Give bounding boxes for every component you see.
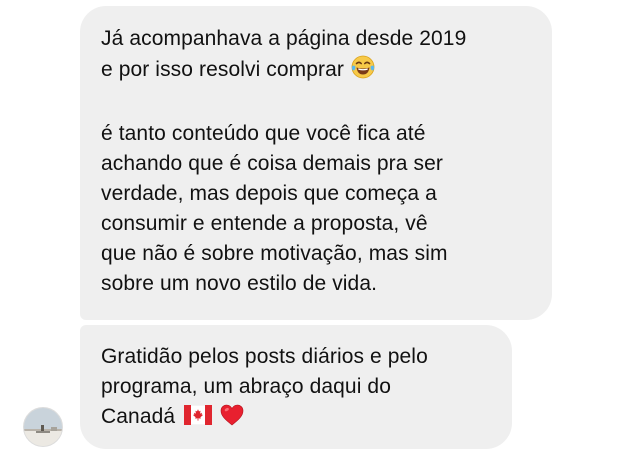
message-2-paragraph: Gratidão pelos posts diários e pelo prog…: [101, 342, 492, 437]
avatar[interactable]: [23, 407, 63, 447]
message-1-paragraph-2: é tanto conteúdo que você fica até achan…: [101, 122, 448, 295]
message-1-paragraph-1: Já acompanhava a página desde 2019 e por…: [101, 24, 532, 89]
message-bubble-2[interactable]: Gratidão pelos posts diários e pelo prog…: [80, 325, 512, 449]
canada-flag-icon: [183, 404, 213, 434]
message-bubble-1[interactable]: Já acompanhava a página desde 2019 e por…: [80, 6, 552, 320]
red-heart-icon: [219, 402, 245, 437]
avatar-photo: [24, 408, 62, 446]
message-1-paragraph-1-text: Já acompanhava a página desde 2019 e por…: [101, 27, 467, 81]
face-with-tears-of-joy-icon: [350, 54, 376, 89]
message-2-text: Gratidão pelos posts diários e pelo prog…: [101, 345, 428, 428]
